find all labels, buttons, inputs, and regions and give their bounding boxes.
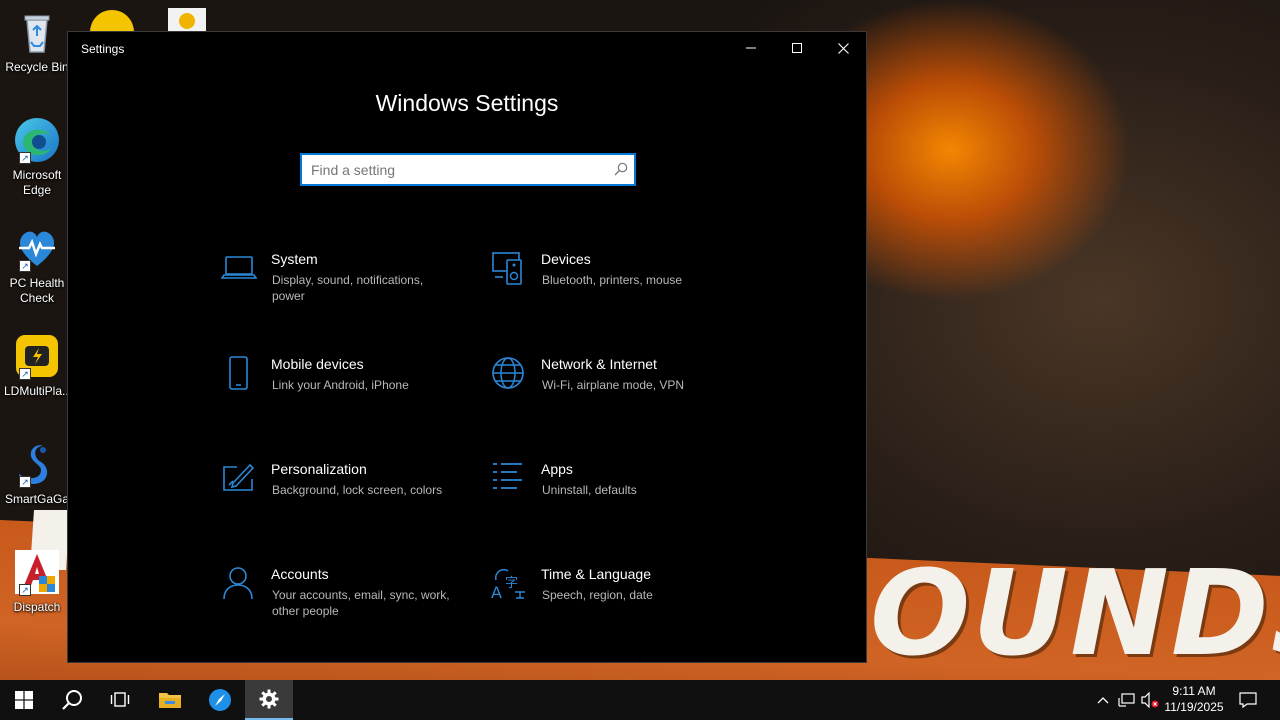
tile-title: Accounts <box>271 566 329 582</box>
tile-description: Your accounts, email, sync, work, other … <box>272 588 450 618</box>
browser-taskbar-button[interactable] <box>196 680 244 720</box>
svg-text:A: A <box>491 583 502 602</box>
time-language-icon: A 字 <box>491 568 525 602</box>
svg-text:字: 字 <box>505 576 518 591</box>
tile-description: Link your Android, iPhone <box>272 378 409 392</box>
desktop-icon-pc-health-check[interactable]: ↗ PC Health Check <box>4 224 70 306</box>
desktop-icon-label: SmartGaGa <box>4 492 70 506</box>
clock-date: 11/19/2025 <box>1164 700 1224 714</box>
search-icon[interactable] <box>614 162 628 176</box>
tile-personalization[interactable]: Personalization Background, lock screen,… <box>221 461 471 541</box>
minimize-icon <box>746 47 756 49</box>
action-center-button[interactable] <box>1238 690 1258 710</box>
desktop-icon-label: PC Health Check <box>9 276 65 305</box>
desktop-icon-smartgaga[interactable]: ↗ SmartGaGa <box>4 440 70 507</box>
apps-list-icon <box>493 463 522 489</box>
tile-accounts[interactable]: Accounts Your accounts, email, sync, wor… <box>221 566 471 646</box>
close-button[interactable] <box>820 32 866 64</box>
tile-title: Time & Language <box>541 566 651 582</box>
notification-icon <box>1239 692 1257 708</box>
search-box[interactable] <box>300 153 636 186</box>
tile-title: Network & Internet <box>541 356 657 372</box>
shortcut-arrow-icon: ↗ <box>19 368 31 380</box>
personalization-icon <box>223 463 255 491</box>
tile-description: Background, lock screen, colors <box>272 483 443 497</box>
start-icon <box>15 691 33 709</box>
phone-icon <box>229 356 248 390</box>
search-input[interactable] <box>302 155 602 184</box>
edge-icon: ↗ <box>13 116 61 164</box>
tile-time-language[interactable]: A 字 Time & Language Speech, region, date <box>491 566 741 646</box>
tile-title: Apps <box>541 461 573 477</box>
tile-devices[interactable]: Devices Bluetooth, printers, mouse <box>491 251 741 331</box>
close-icon <box>837 42 849 54</box>
chevron-up-icon <box>1097 697 1109 704</box>
wallpaper-banner-text: OUNDS! <box>870 548 1280 678</box>
shortcut-arrow-icon: ↗ <box>19 260 31 272</box>
tile-description: Display, sound, notifications, power <box>272 273 424 303</box>
show-hidden-icons-button[interactable] <box>1094 690 1112 710</box>
tile-description: Speech, region, date <box>542 588 653 602</box>
maximize-icon <box>792 43 802 53</box>
devices-icon <box>492 252 522 285</box>
shortcut-arrow-icon: ↗ <box>19 476 31 488</box>
ldmultiplayer-icon: ↗ <box>13 332 61 380</box>
laptop-icon <box>221 256 257 279</box>
volume-muted-icon <box>1141 692 1159 708</box>
tile-description: Bluetooth, printers, mouse <box>542 273 683 287</box>
tile-apps[interactable]: Apps Uninstall, defaults <box>491 461 741 541</box>
clock[interactable]: 9:11 AM 11/19/2025 <box>1162 683 1226 715</box>
task-view-icon <box>110 692 130 707</box>
desktop-icon-label: Recycle Bin <box>5 60 69 74</box>
desktop-icon-recycle-bin[interactable]: Recycle Bin <box>4 8 70 75</box>
task-view-button[interactable] <box>96 680 144 720</box>
settings-window: Settings Windows Settings System Display… <box>67 31 867 663</box>
taskbar-search-button[interactable] <box>48 680 96 720</box>
window-title: Settings <box>81 42 125 56</box>
tile-title: Mobile devices <box>271 356 364 372</box>
tile-title: Personalization <box>271 461 367 477</box>
desktop-icon-ldmultiplayer[interactable]: ↗ LDMultiPla... <box>4 332 73 399</box>
tile-title: Devices <box>541 251 591 267</box>
start-button[interactable] <box>0 680 48 720</box>
shortcut-arrow-icon: ↗ <box>19 152 31 164</box>
person-icon <box>223 567 253 600</box>
maximize-button[interactable] <box>774 32 820 64</box>
shortcut-arrow-icon: ↗ <box>19 584 31 596</box>
tile-description: Uninstall, defaults <box>542 483 637 497</box>
search-icon <box>62 690 82 710</box>
clock-time: 9:11 AM <box>1172 684 1216 698</box>
tile-description: Wi-Fi, airplane mode, VPN <box>542 378 685 392</box>
tile-mobile-devices[interactable]: Mobile devices Link your Android, iPhone <box>221 356 471 436</box>
tile-network-internet[interactable]: Network & Internet Wi-Fi, airplane mode,… <box>491 356 741 436</box>
network-tray-button[interactable] <box>1118 690 1136 710</box>
network-icon <box>1118 693 1135 707</box>
minimize-button[interactable] <box>728 32 774 64</box>
browser-icon <box>209 689 231 711</box>
tile-title: System <box>271 251 318 267</box>
file-explorer-icon <box>159 693 181 708</box>
desktop-icon-label: LDMultiPla... <box>4 384 73 398</box>
desktop-icon-microsoft-edge[interactable]: ↗ Microsoft Edge <box>4 116 70 198</box>
taskbar: 9:11 AM 11/19/2025 <box>0 680 1280 720</box>
title-bar[interactable]: Settings <box>68 32 866 64</box>
pc-health-check-icon: ↗ <box>13 224 61 272</box>
desktop-icon-label: Dispatch <box>13 600 61 614</box>
partial-desktop-icon <box>168 8 206 32</box>
page-title: Windows Settings <box>375 90 559 116</box>
globe-icon <box>492 357 524 389</box>
settings-taskbar-button[interactable] <box>245 680 293 720</box>
volume-tray-button[interactable] <box>1141 690 1159 710</box>
settings-gear-icon <box>259 689 279 709</box>
tile-system[interactable]: System Display, sound, notifications, po… <box>221 251 471 331</box>
file-explorer-button[interactable] <box>146 680 194 720</box>
smartgaga-icon: ↗ <box>13 440 61 488</box>
recycle-bin-icon <box>13 8 61 56</box>
desktop-icon-dispatch[interactable]: ↗ Dispatch <box>4 548 70 615</box>
dispatch-icon: ↗ <box>13 548 61 596</box>
desktop-icon-label: Microsoft Edge <box>12 168 62 197</box>
